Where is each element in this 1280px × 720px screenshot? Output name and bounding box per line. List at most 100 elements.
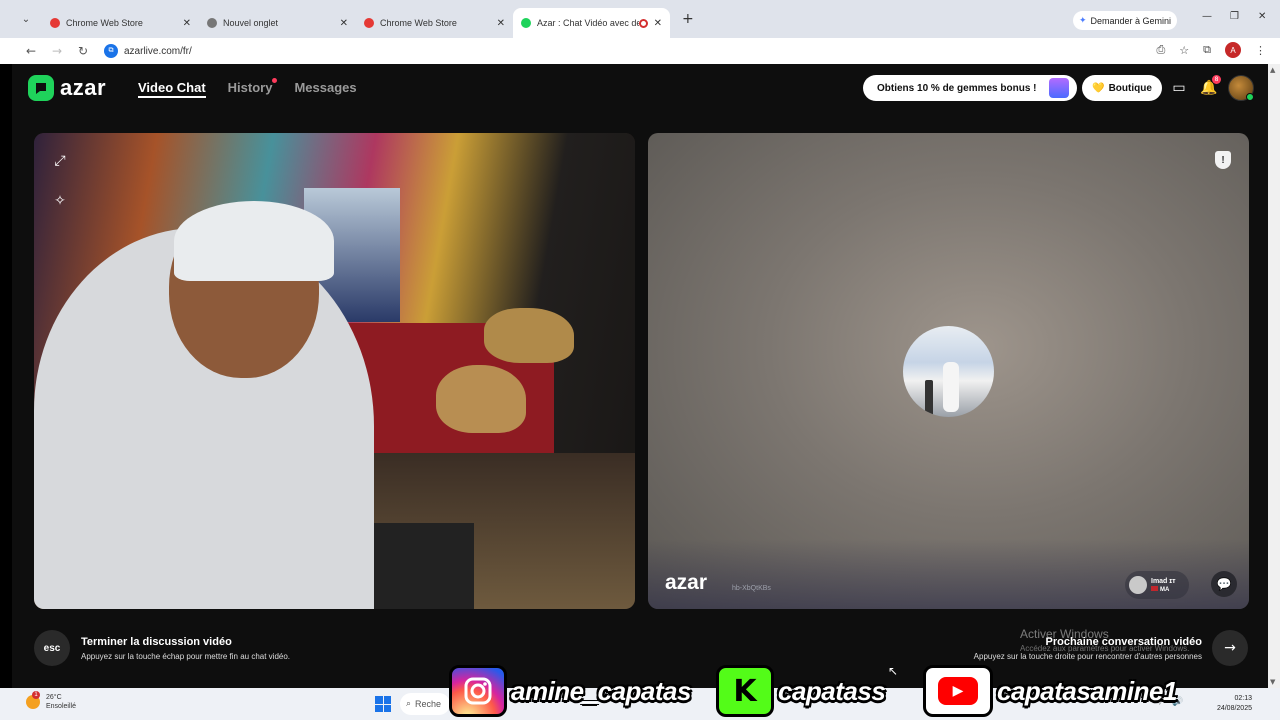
history-new-dot [272, 78, 278, 83]
partner-info-chip[interactable]: Imad ɪᴛ MA [1125, 571, 1189, 599]
close-tab-icon[interactable]: ✕ [183, 18, 191, 29]
search-icon: ⌕ [406, 699, 412, 709]
menu-kebab-icon[interactable]: ⋮ [1255, 44, 1266, 57]
activate-windows-subtitle: Accédez aux paramètres pour activer Wind… [1020, 644, 1190, 653]
scroll-down-arrow-icon[interactable]: ▼ [1270, 678, 1275, 686]
search-placeholder: Reche [415, 699, 442, 709]
close-window-icon[interactable]: ✕ [1258, 11, 1266, 22]
partner-country: MA [1160, 587, 1170, 593]
partner-name: Imad ɪᴛ [1151, 578, 1176, 585]
close-tab-icon[interactable]: ✕ [654, 18, 662, 29]
forward-icon[interactable]: → [46, 44, 68, 58]
scroll-up-arrow-icon[interactable]: ▲ [1270, 66, 1275, 74]
heart-gem-icon: 💛 [1092, 82, 1105, 94]
new-tab-icon[interactable]: + [682, 11, 694, 27]
kick-overlay: K capatass [716, 664, 886, 718]
notification-badge: 8 [1212, 75, 1221, 84]
restore-icon[interactable]: ❐ [1230, 11, 1239, 22]
activate-windows-title: Activer Windows [1020, 627, 1109, 641]
morocco-flag-icon [1151, 586, 1158, 591]
clock-time: 02:13 [1234, 695, 1252, 702]
gemini-button[interactable]: ✦ Demander à Gemini [1073, 11, 1177, 30]
weather-widget[interactable]: 1 26°C Ensoleillé [26, 691, 76, 711]
instagram-overlay: amine_capatas [449, 664, 691, 718]
nav-history-label: History [227, 80, 273, 95]
azar-logo[interactable]: azar [28, 75, 106, 101]
instagram-handle: amine_capatas [511, 675, 691, 706]
back-icon[interactable]: ← [20, 44, 42, 58]
reload-icon[interactable]: ↻ [72, 44, 94, 58]
gemini-label: Demander à Gemini [1090, 15, 1172, 26]
azar-logo-icon [28, 75, 54, 101]
browser-tab[interactable]: Chrome Web Store ✕ [356, 8, 513, 38]
browser-tab[interactable]: Chrome Web Store ✕ [42, 8, 199, 38]
partner-avatar [1129, 576, 1147, 594]
azar-watermark: azar [665, 571, 708, 594]
close-tab-icon[interactable]: ✕ [497, 18, 505, 29]
session-id: hb-XbQtKBs [732, 585, 771, 592]
remote-video: ! azar hb-XbQtKBs Imad ɪᴛ MA 💬 [648, 133, 1249, 609]
chrome-web-store-favicon-icon [50, 18, 60, 28]
browser-tab[interactable]: Nouvel onglet ✕ [199, 8, 356, 38]
sun-icon: 1 [26, 691, 40, 709]
magic-wand-filter-icon[interactable]: ✧ [48, 189, 72, 213]
weather-temp: 26°C [46, 694, 62, 701]
youtube-icon: ▶ [923, 665, 993, 717]
kick-handle: capatass [778, 675, 886, 706]
report-shield-icon[interactable]: ! [1215, 151, 1231, 169]
taskbar-clock[interactable]: 02:13 24/08/2025 [1206, 694, 1252, 714]
main-nav: Video Chat History Messages [138, 78, 357, 98]
partner-profile-photo [903, 326, 994, 417]
user-avatar[interactable] [1228, 75, 1254, 101]
extensions-icon[interactable]: ⧉ [1203, 43, 1211, 57]
minimize-icon[interactable]: — [1202, 11, 1212, 22]
nav-messages[interactable]: Messages [294, 80, 356, 98]
browser-toolbar: ← → ↻ ⧉ azarlive.com/fr/ ⎙ ☆ ⧉ A ⋮ [0, 38, 1280, 64]
instagram-icon [449, 665, 507, 717]
install-app-icon[interactable]: ⎙ [1156, 43, 1165, 57]
local-video: ⤢ ✧ [34, 133, 635, 609]
nav-video-chat[interactable]: Video Chat [138, 80, 206, 98]
chat-bubble-icon[interactable]: 💬 [1211, 571, 1237, 597]
tab-search-icon[interactable]: ⌄ [16, 9, 36, 29]
windows-start-icon[interactable] [375, 696, 391, 712]
clock-date: 24/08/2025 [1216, 705, 1252, 712]
close-tab-icon[interactable]: ✕ [340, 18, 348, 29]
end-chat-esc-button[interactable]: esc [34, 630, 70, 666]
tab-title: Chrome Web Store [380, 18, 457, 28]
online-status-indicator [1246, 93, 1254, 101]
browser-tab-active[interactable]: Azar : Chat Vidéo avec de n ✕ [513, 8, 670, 38]
azar-app: azar Video Chat History Messages Obtiens… [12, 64, 1268, 688]
youtube-handle: capatasamine1 [997, 675, 1177, 706]
globe-icon [207, 18, 217, 28]
profile-avatar[interactable]: A [1225, 42, 1241, 58]
address-bar[interactable]: ⧉ azarlive.com/fr/ [104, 44, 192, 58]
page-scrollbar[interactable]: ▲ ▼ [1268, 64, 1280, 688]
gemini-sparkle-icon: ✦ [1078, 15, 1087, 26]
site-info-icon[interactable]: ⧉ [104, 44, 118, 58]
bookmark-star-icon[interactable]: ☆ [1179, 44, 1189, 57]
boutique-label: Boutique [1108, 82, 1152, 94]
next-chat-subtitle: Appuyez sur la touche droite pour rencon… [973, 652, 1202, 661]
tab-title: Chrome Web Store [66, 18, 143, 28]
mouse-cursor-icon: ↖ [888, 664, 899, 678]
taskbar-search[interactable]: ⌕ Reche [400, 693, 450, 715]
end-chat-title: Terminer la discussion vidéo [81, 636, 232, 648]
chrome-web-store-favicon-icon [364, 18, 374, 28]
gift-icon [1049, 78, 1069, 98]
weather-desc: Ensoleillé [46, 703, 76, 710]
nav-history[interactable]: History [227, 78, 278, 98]
inbox-icon[interactable]: ▭ [1170, 79, 1188, 97]
expand-video-icon[interactable]: ⤢ [48, 149, 72, 173]
boutique-button[interactable]: 💛 Boutique [1082, 75, 1162, 101]
notifications-bell-icon[interactable]: 🔔 8 [1200, 75, 1221, 97]
azar-favicon-icon [521, 18, 531, 28]
recording-icon [638, 18, 648, 28]
gem-bonus-promo-button[interactable]: Obtiens 10 % de gemmes bonus ! [863, 75, 1077, 101]
tab-title: Azar : Chat Vidéo avec de n [537, 18, 639, 28]
end-chat-subtitle: Appuyez sur la touche échap pour mettre … [81, 652, 291, 661]
promo-label: Obtiens 10 % de gemmes bonus ! [877, 82, 1037, 94]
tab-title: Nouvel onglet [223, 18, 279, 28]
azar-logo-text: azar [60, 75, 107, 100]
weather-badge: 1 [32, 691, 40, 699]
